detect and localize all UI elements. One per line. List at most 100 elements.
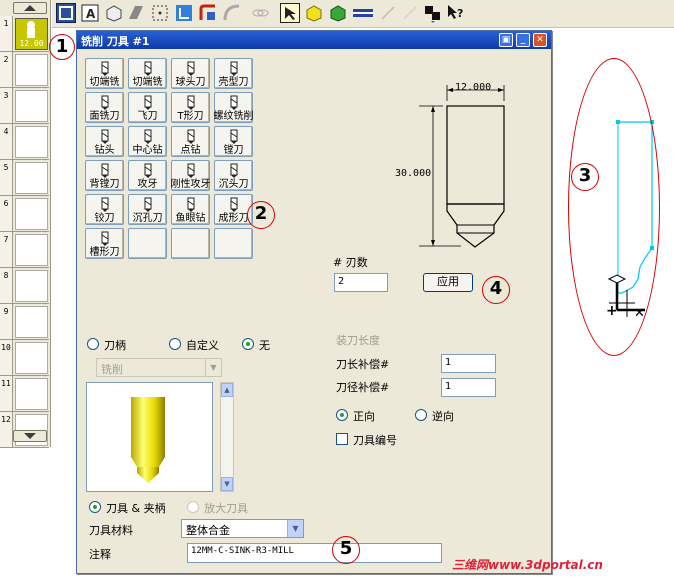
close-icon[interactable]: ✕ — [533, 33, 547, 47]
palette-slot-number: 4 — [0, 124, 13, 159]
tool-holder-view-radio[interactable] — [89, 501, 101, 513]
cube-green-icon[interactable] — [328, 3, 348, 23]
palette-slot[interactable]: 6 — [0, 196, 49, 232]
fillet-icon[interactable] — [198, 3, 218, 23]
tool-type-button[interactable]: 钻头 — [85, 126, 124, 157]
length-comp-input[interactable]: 1 — [441, 354, 496, 373]
tool-type-button[interactable]: 槽形刀 — [85, 228, 124, 259]
palette-cell[interactable] — [15, 90, 48, 122]
palette-slot[interactable]: 9 — [0, 304, 49, 340]
arrow-icon[interactable] — [378, 3, 398, 23]
palette-cell[interactable] — [15, 126, 48, 158]
view-icon[interactable] — [422, 3, 442, 23]
cube-yellow-icon[interactable] — [304, 3, 324, 23]
preview-scrollbar[interactable]: ▲ ▼ — [220, 382, 234, 492]
palette-cell[interactable] — [15, 162, 48, 194]
move-icon[interactable] — [174, 3, 194, 23]
zoom-tool-radio — [187, 501, 199, 513]
palette-slot[interactable]: 11 — [0, 376, 49, 412]
cursor-icon[interactable] — [280, 3, 300, 23]
custom-radio[interactable] — [169, 338, 181, 350]
tool-type-label: T形刀 — [177, 111, 204, 122]
palette-slot[interactable]: 8 — [0, 268, 49, 304]
palette-cell[interactable] — [15, 378, 48, 410]
minimize-icon[interactable]: _ — [516, 33, 530, 47]
tool-type-button[interactable]: 沉头刀 — [214, 160, 253, 191]
tool-number-checkbox[interactable] — [336, 433, 348, 445]
tool-type-button[interactable]: 切端铣 — [128, 58, 167, 89]
tool-type-button[interactable]: 面铣刀 — [85, 92, 124, 123]
tool-type-label: 背镗刀 — [89, 179, 120, 190]
palette-cell[interactable] — [15, 234, 48, 266]
tool-type-label: 刚性攻牙 — [170, 179, 211, 190]
custom-radio-label: 自定义 — [186, 339, 219, 352]
length-offset-title: 装刀长度 — [336, 334, 380, 347]
select-frame-icon[interactable] — [56, 3, 76, 23]
palette-slot[interactable]: 1 12.00 — [0, 16, 49, 52]
palette-cell[interactable] — [15, 54, 48, 86]
palette-slot-number: 2 — [0, 52, 13, 87]
callout-5: 5 — [339, 538, 353, 559]
tool-type-button[interactable]: 点钻 — [171, 126, 210, 157]
tool-type-button[interactable]: T形刀 — [171, 92, 210, 123]
palette-scroll-up-button[interactable] — [13, 2, 47, 14]
tool-type-button[interactable]: 螺纹铣削 — [214, 92, 254, 123]
reverse-radio[interactable] — [415, 409, 427, 421]
box-icon[interactable] — [104, 3, 124, 23]
tool-type-button[interactable]: 沉孔刀 — [128, 194, 167, 225]
flutes-input[interactable]: 2 — [334, 273, 388, 292]
tool-type-label: 镗刀 — [223, 145, 244, 156]
tool-type-button[interactable]: 鱼眼钻 — [171, 194, 210, 225]
stripe-icon[interactable] — [352, 3, 374, 23]
tool-type-button[interactable]: 铰刀 — [85, 194, 124, 225]
material-select[interactable]: 整体合金 ▼ — [181, 519, 304, 538]
palette-slot[interactable]: 7 — [0, 232, 49, 268]
chain-icon[interactable] — [250, 3, 270, 23]
palette-scroll-down-button[interactable] — [13, 430, 47, 442]
palette-cell[interactable]: 12.00 — [15, 18, 48, 50]
shape-icon[interactable] — [126, 3, 146, 23]
tool-type-label: 鱼眼钻 — [175, 213, 206, 224]
tool-type-empty-slot[interactable] — [128, 228, 167, 259]
palette-cell[interactable] — [15, 198, 48, 230]
none-radio[interactable] — [242, 338, 254, 350]
chevron-up-icon[interactable]: ▲ — [221, 383, 233, 397]
chevron-down-icon[interactable]: ▼ — [221, 477, 233, 491]
dotted-frame-icon[interactable] — [150, 3, 170, 23]
comment-input[interactable]: 12MM-C-SINK-R3-MILL — [187, 543, 442, 563]
restore-icon[interactable]: ▣ — [499, 33, 513, 47]
palette-slot-number: 12 — [0, 412, 13, 447]
tool-type-button[interactable]: 球头刀 — [171, 58, 210, 89]
forward-radio[interactable] — [336, 409, 348, 421]
palette-slot[interactable]: 5 — [0, 160, 49, 196]
tool-type-empty-slot[interactable] — [214, 228, 253, 259]
radius-comp-input[interactable]: 1 — [441, 378, 496, 397]
palette-slot[interactable]: 4 — [0, 124, 49, 160]
palette-slot-number: 5 — [0, 160, 13, 195]
tool-type-button[interactable]: 刚性攻牙 — [170, 160, 211, 191]
tool-type-button[interactable]: 飞刀 — [128, 92, 167, 123]
apply-button[interactable]: 应用 — [423, 273, 473, 292]
tool-type-button[interactable]: 背镗刀 — [85, 160, 124, 191]
palette-cell[interactable] — [15, 306, 48, 338]
none-radio-label: 无 — [259, 339, 270, 352]
tool-type-button[interactable]: 攻牙 — [128, 160, 167, 191]
holder-radio[interactable] — [87, 338, 99, 350]
help-icon[interactable]: ? — [446, 3, 466, 23]
tool-type-empty-slot[interactable] — [171, 228, 210, 259]
text-icon[interactable]: A — [80, 3, 100, 23]
tool-type-label: 槽形刀 — [89, 247, 120, 258]
palette-slot[interactable]: 2 — [0, 52, 49, 88]
palette-cell[interactable] — [15, 270, 48, 302]
callout-ring-3a — [568, 58, 660, 356]
tool-type-button[interactable]: 镗刀 — [214, 126, 253, 157]
tool-type-button[interactable]: 切端铣 — [85, 58, 124, 89]
palette-slot[interactable]: 10 — [0, 340, 49, 376]
tool-palette: 1 12.00 2 3 4 5 6 7 8 9 10 11 12 — [0, 0, 51, 448]
arrow-icon-2[interactable] — [400, 3, 420, 23]
palette-cell[interactable] — [15, 342, 48, 374]
curve-icon[interactable] — [222, 3, 242, 23]
tool-type-button[interactable]: 中心钻 — [128, 126, 167, 157]
palette-slot[interactable]: 3 — [0, 88, 49, 124]
tool-type-button[interactable]: 壳型刀 — [214, 58, 253, 89]
